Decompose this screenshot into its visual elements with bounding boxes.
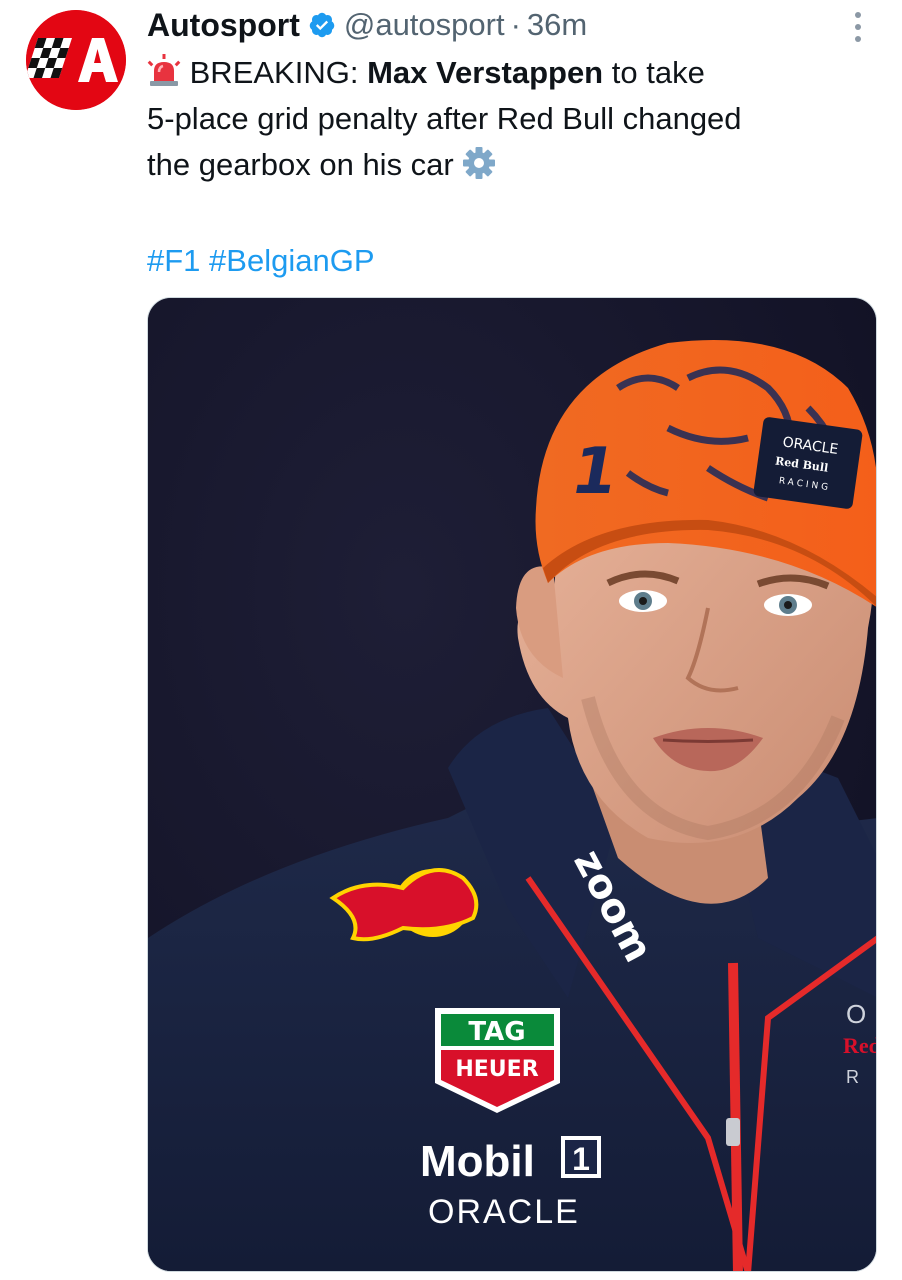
tweet-text: BREAKING: Max Verstappen to take 5-place… bbox=[147, 50, 867, 188]
author-display-name[interactable]: Autosport bbox=[147, 7, 300, 44]
text-line-3: the gearbox on his car bbox=[147, 147, 454, 182]
tweet[interactable]: Autosport @autosport · 36m BREAKING: Max… bbox=[0, 0, 902, 1280]
tweet-media-photo[interactable]: 1 ORACLE Red Bull RACING zoom TAG HEUER … bbox=[147, 297, 877, 1272]
avatar[interactable] bbox=[26, 10, 126, 110]
right-racing-partial-text: R bbox=[846, 1067, 859, 1087]
breaking-label: BREAKING: bbox=[189, 55, 359, 90]
text-line-1: to take bbox=[611, 55, 705, 90]
more-options-icon[interactable] bbox=[846, 10, 870, 44]
driver-photo: 1 ORACLE Red Bull RACING zoom TAG HEUER … bbox=[148, 298, 877, 1271]
heuer-text: HEUER bbox=[455, 1057, 538, 1082]
timestamp[interactable]: 36m bbox=[527, 7, 587, 43]
right-oracle-partial-text: O bbox=[846, 999, 866, 1029]
verified-badge-icon bbox=[309, 12, 335, 38]
mobil-1-text: 1 bbox=[572, 1141, 590, 1177]
oracle-text: ORACLE bbox=[428, 1193, 580, 1231]
right-redbull-partial-text: Red bbox=[843, 1033, 877, 1058]
tag-text: TAG bbox=[468, 1017, 525, 1047]
hashtags: #F1 #BelgianGP bbox=[147, 238, 375, 284]
gear-icon bbox=[463, 147, 496, 179]
author-handle[interactable]: @autosport bbox=[344, 7, 505, 43]
mobil-text: Mobil bbox=[420, 1137, 535, 1186]
hashtag-belgiangp[interactable]: #BelgianGP bbox=[209, 243, 374, 278]
rotating-light-icon bbox=[147, 54, 181, 86]
tweet-header: Autosport @autosport · 36m bbox=[147, 0, 587, 50]
mentioned-name: Max Verstappen bbox=[367, 55, 604, 90]
separator-dot: · bbox=[510, 7, 521, 42]
autosport-logo-icon bbox=[26, 10, 126, 110]
hashtag-f1[interactable]: #F1 bbox=[147, 243, 200, 278]
text-line-2: 5-place grid penalty after Red Bull chan… bbox=[147, 101, 742, 136]
